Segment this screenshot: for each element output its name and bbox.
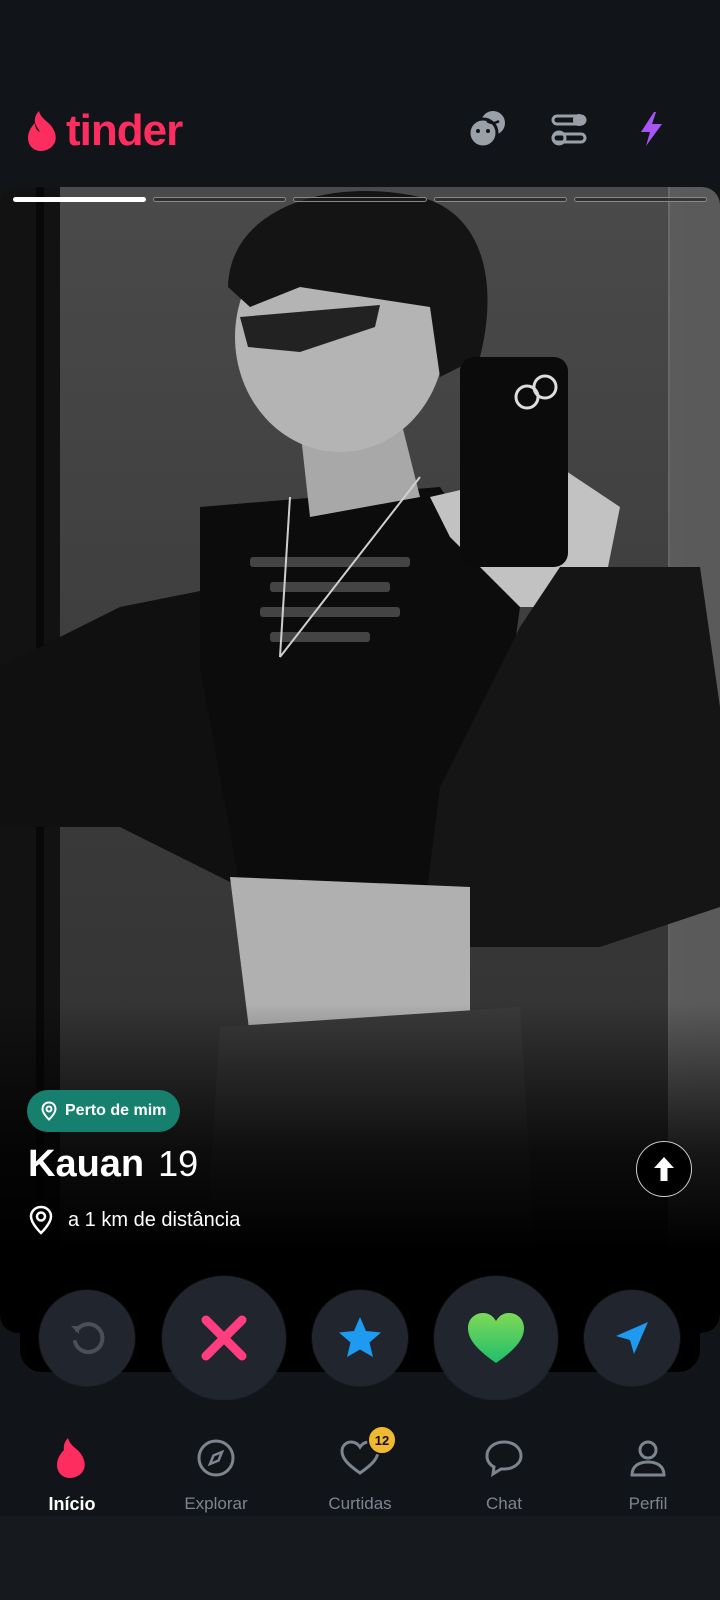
arrow-up-icon	[654, 1157, 674, 1181]
profile-age: 19	[158, 1143, 199, 1184]
flame-logo-icon	[28, 111, 56, 151]
nav-label: Início	[48, 1494, 96, 1514]
nav-item-likes[interactable]: 12 Curtidas	[288, 1400, 432, 1516]
photo-indicator[interactable]	[573, 197, 708, 202]
boost-icon[interactable]	[628, 106, 674, 152]
distance-text: a 1 km de distância	[68, 1208, 241, 1231]
nav-label: Explorar	[184, 1494, 248, 1513]
nope-button[interactable]	[162, 1276, 286, 1400]
nav-item-home[interactable]: Início	[0, 1400, 144, 1516]
nav-label: Perfil	[628, 1494, 668, 1513]
photo-indicator[interactable]	[433, 197, 567, 202]
profile-card[interactable]: Perto de mim Kauan 19 a 1 km de distânci…	[0, 187, 720, 1333]
nav-item-chat[interactable]: Chat	[432, 1400, 576, 1516]
photo-indicator[interactable]	[13, 197, 147, 202]
person-icon	[628, 1438, 668, 1478]
like-button[interactable]	[434, 1276, 558, 1400]
nav-item-explore[interactable]: Explorar	[144, 1400, 288, 1516]
super-like-icon	[339, 1317, 381, 1357]
double-date-icon[interactable]	[464, 106, 510, 152]
like-icon	[468, 1313, 524, 1363]
chat-icon	[484, 1438, 524, 1478]
near-me-badge: Perto de mim	[27, 1090, 181, 1132]
super-like-button[interactable]	[312, 1290, 408, 1386]
photo-indicator[interactable]	[293, 197, 427, 202]
compass-icon	[196, 1438, 236, 1478]
nav-label: Chat	[486, 1494, 522, 1513]
likes-count-badge: 12	[367, 1425, 397, 1455]
near-me-label: Perto de mim	[65, 1102, 167, 1119]
rewind-button[interactable]	[39, 1290, 135, 1386]
location-pin-icon	[41, 1101, 57, 1121]
bottom-nav: Início Explorar 12 Curtidas Chat Perfil	[0, 1400, 720, 1516]
super-boost-icon	[616, 1322, 648, 1354]
tinder-logo[interactable]: tinder	[26, 106, 183, 156]
system-nav-bar	[0, 1516, 720, 1600]
nav-label: Curtidas	[328, 1494, 392, 1513]
filters-icon[interactable]	[546, 106, 592, 152]
flame-icon	[52, 1438, 92, 1478]
nav-item-profile[interactable]: Perfil	[576, 1400, 720, 1516]
photo-indicator[interactable]	[153, 197, 287, 202]
location-pin-icon	[29, 1205, 53, 1235]
profile-name-row: Kauan 19	[28, 1143, 198, 1186]
open-profile-button[interactable]	[636, 1141, 692, 1197]
logo-text: tinder	[66, 106, 183, 155]
super-boost-button[interactable]	[584, 1290, 680, 1386]
photo-progress-bar	[13, 197, 708, 205]
rewind-icon	[71, 1322, 105, 1355]
distance-row: a 1 km de distância	[28, 1205, 240, 1235]
nope-icon	[201, 1315, 247, 1361]
app-header: tinder	[0, 0, 720, 185]
profile-name: Kauan	[28, 1143, 145, 1185]
